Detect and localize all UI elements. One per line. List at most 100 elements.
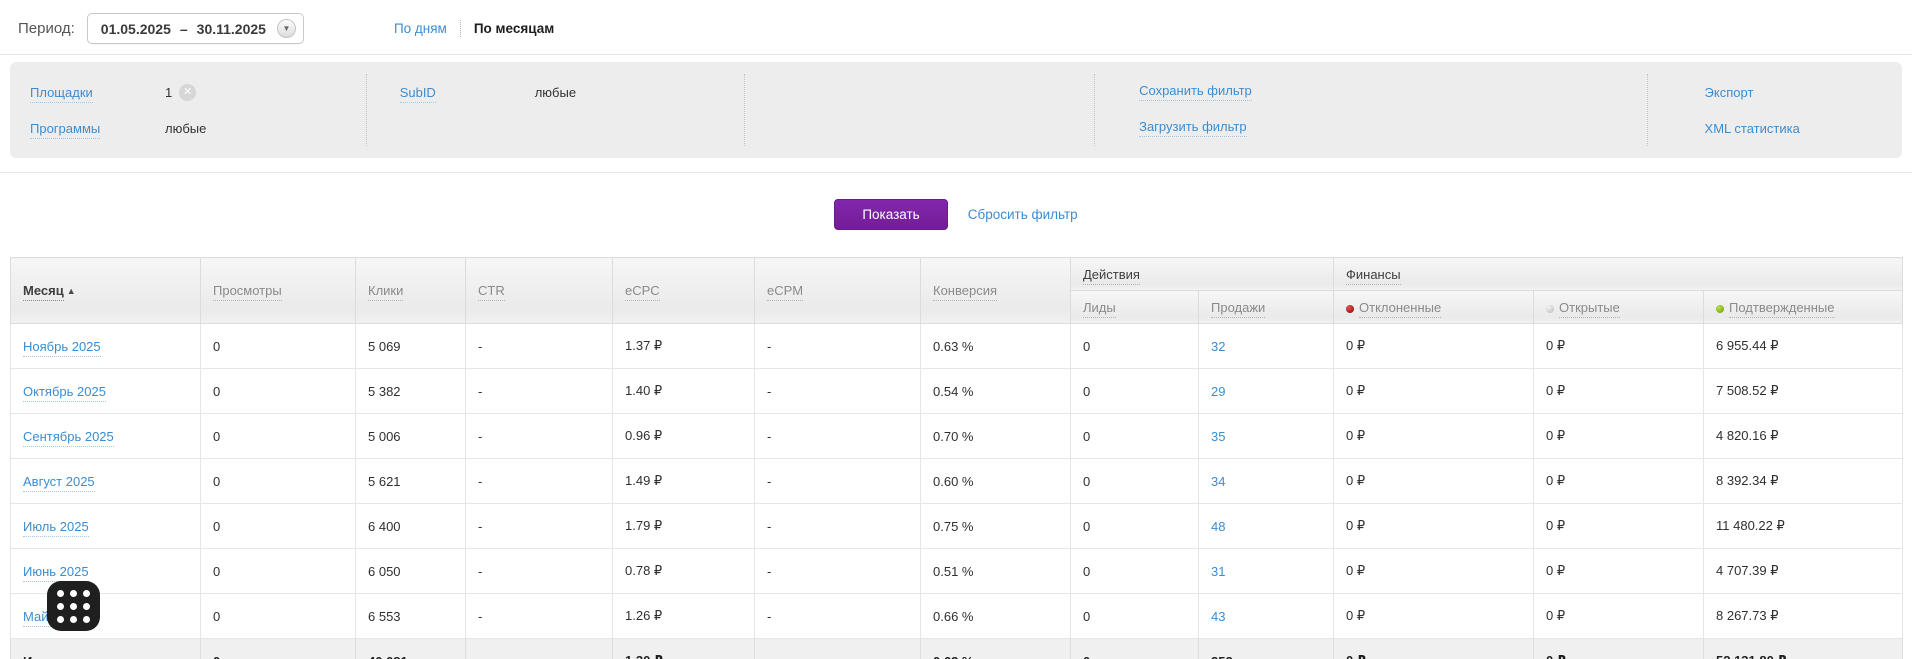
ecpc-cell: 1.40 ₽ bbox=[612, 368, 755, 414]
ecpc-cell: 1.79 ₽ bbox=[612, 503, 755, 549]
programs-filter-link[interactable]: Программы bbox=[30, 120, 101, 139]
leads-cell: 0 bbox=[1070, 458, 1199, 504]
filter-col-empty bbox=[744, 74, 1094, 146]
table-row: Июнь 2025 0 6 050 - 0.78 ₽ - 0.51 % 0 31… bbox=[10, 548, 1904, 594]
col-header-declined[interactable]: Отклоненные bbox=[1333, 290, 1534, 324]
filter-row-platforms: Площадки 1 ✕ bbox=[10, 74, 366, 110]
leads-cell: 0 bbox=[1070, 503, 1199, 549]
table-row: Октябрь 2025 0 5 382 - 1.40 ₽ - 0.54 % 0… bbox=[10, 368, 1904, 414]
ctr-cell: - bbox=[465, 368, 613, 414]
ecpc-cell: 1.37 ₽ bbox=[612, 323, 755, 369]
totals-open: 0 ₽ bbox=[1533, 638, 1704, 659]
declined-cell: 0 ₽ bbox=[1333, 368, 1534, 414]
confirmed-status-icon bbox=[1716, 304, 1724, 313]
open-cell: 0 ₽ bbox=[1533, 503, 1704, 549]
sales-link[interactable]: 48 bbox=[1211, 519, 1225, 534]
sales-link[interactable]: 43 bbox=[1211, 609, 1225, 624]
app-grid-floating-button[interactable] bbox=[47, 581, 100, 631]
sales-link[interactable]: 34 bbox=[1211, 474, 1225, 489]
ecpm-cell: - bbox=[754, 458, 921, 504]
ctr-cell: - bbox=[465, 503, 613, 549]
export-link[interactable]: Экспорт bbox=[1705, 85, 1754, 100]
clicks-cell: 6 400 bbox=[355, 503, 466, 549]
totals-clicks: 40 081 bbox=[355, 638, 466, 659]
declined-cell: 0 ₽ bbox=[1333, 323, 1534, 369]
group-header-finance[interactable]: Финансы bbox=[1332, 257, 1904, 291]
col-header-leads[interactable]: Лиды bbox=[1070, 290, 1199, 324]
tab-separator bbox=[459, 20, 461, 37]
show-button[interactable]: Показать bbox=[834, 199, 948, 230]
actions-row: Показать Сбросить фильтр bbox=[0, 186, 1912, 245]
sales-link[interactable]: 35 bbox=[1211, 429, 1225, 444]
remove-platform-icon[interactable]: ✕ bbox=[179, 83, 197, 101]
col-header-clicks[interactable]: Клики bbox=[355, 257, 466, 324]
platforms-value: 1 bbox=[165, 84, 173, 100]
conversion-cell: 0.70 % bbox=[920, 413, 1071, 459]
programs-value: любые bbox=[165, 120, 207, 136]
sales-cell: 32 bbox=[1198, 323, 1334, 369]
month-link[interactable]: Сентябрь 2025 bbox=[23, 428, 114, 447]
ctr-cell: - bbox=[465, 458, 613, 504]
calendar-dropdown-icon[interactable]: ▼ bbox=[276, 19, 296, 38]
xml-stats-link[interactable]: XML статистика bbox=[1705, 121, 1800, 136]
tab-by-months[interactable]: По месяцам bbox=[474, 21, 554, 36]
month-link[interactable]: Октябрь 2025 bbox=[23, 383, 106, 402]
totals-declined: 0 ₽ bbox=[1333, 638, 1534, 659]
group-header-actions[interactable]: Действия bbox=[1070, 257, 1334, 291]
totals-ctr: - bbox=[465, 638, 613, 659]
month-cell: Ноябрь 2025 bbox=[10, 323, 201, 369]
col-header-views[interactable]: Просмотры bbox=[200, 257, 356, 324]
confirmed-cell: 11 480.22 ₽ bbox=[1702, 503, 1904, 549]
sales-link[interactable]: 29 bbox=[1211, 384, 1225, 399]
month-cell: Сентябрь 2025 bbox=[10, 413, 201, 459]
col-header-ctr[interactable]: CTR bbox=[465, 257, 613, 324]
leads-cell: 0 bbox=[1070, 323, 1199, 369]
declined-cell: 0 ₽ bbox=[1333, 593, 1534, 639]
tab-by-days[interactable]: По дням bbox=[394, 21, 447, 36]
col-header-conversion[interactable]: Конверсия bbox=[920, 257, 1071, 324]
sales-link[interactable]: 31 bbox=[1211, 564, 1225, 579]
month-link[interactable]: Июнь 2025 bbox=[23, 563, 89, 582]
month-cell: Май 2025 bbox=[10, 593, 201, 639]
save-filter-link[interactable]: Сохранить фильтр bbox=[1139, 83, 1252, 101]
clicks-cell: 5 069 bbox=[355, 323, 466, 369]
period-bar: Период: 01.05.2025 – 30.11.2025 ▼ По дня… bbox=[0, 0, 1912, 54]
period-label: Период: bbox=[18, 20, 75, 37]
month-link[interactable]: Июль 2025 bbox=[23, 518, 89, 537]
subid-value: любые bbox=[534, 84, 577, 100]
conversion-cell: 0.63 % bbox=[920, 323, 1071, 369]
date-range-input[interactable]: 01.05.2025 – 30.11.2025 ▼ bbox=[86, 13, 304, 44]
conversion-cell: 0.54 % bbox=[920, 368, 1071, 414]
clicks-cell: 5 382 bbox=[355, 368, 466, 414]
declined-cell: 0 ₽ bbox=[1333, 503, 1534, 549]
open-cell: 0 ₽ bbox=[1533, 548, 1704, 594]
col-header-ecpm[interactable]: eCPM bbox=[754, 257, 921, 324]
load-filter-link[interactable]: Загрузить фильтр bbox=[1139, 119, 1247, 137]
sales-cell: 29 bbox=[1198, 368, 1334, 414]
filter-row-subid: SubID любые bbox=[367, 74, 744, 110]
statistics-table: Месяц ▲ Просмотры Клики CTR eCPC eCPM Кон… bbox=[10, 257, 1904, 659]
subid-filter-link[interactable]: SubID bbox=[399, 84, 436, 103]
col-header-month[interactable]: Месяц ▲ bbox=[10, 257, 201, 324]
sales-link[interactable]: 32 bbox=[1211, 339, 1225, 354]
reset-filter-link[interactable]: Сбросить фильтр bbox=[968, 207, 1078, 222]
views-cell: 0 bbox=[200, 458, 356, 504]
totals-sales: 252 bbox=[1198, 638, 1334, 659]
divider-mid bbox=[0, 172, 1912, 173]
month-link[interactable]: Август 2025 bbox=[23, 473, 95, 492]
conversion-cell: 0.60 % bbox=[920, 458, 1071, 504]
col-header-open[interactable]: Открытые bbox=[1533, 290, 1704, 324]
month-cell: Июль 2025 bbox=[10, 503, 201, 549]
col-header-confirmed[interactable]: Подтвержденные bbox=[1702, 290, 1904, 324]
clicks-cell: 6 553 bbox=[355, 593, 466, 639]
month-link[interactable]: Ноябрь 2025 bbox=[23, 338, 101, 357]
ecpm-cell: - bbox=[754, 548, 921, 594]
ecpc-cell: 0.96 ₽ bbox=[612, 413, 755, 459]
totals-confirmed: 52 131.80 ₽ bbox=[1702, 638, 1904, 659]
platforms-filter-link[interactable]: Площадки bbox=[30, 84, 93, 103]
filter-col-platforms: Площадки 1 ✕ Программы любые bbox=[10, 74, 366, 146]
col-header-sales[interactable]: Продажи bbox=[1198, 290, 1334, 324]
open-cell: 0 ₽ bbox=[1533, 593, 1704, 639]
col-header-ecpc[interactable]: eCPC bbox=[612, 257, 755, 324]
clicks-cell: 6 050 bbox=[355, 548, 466, 594]
